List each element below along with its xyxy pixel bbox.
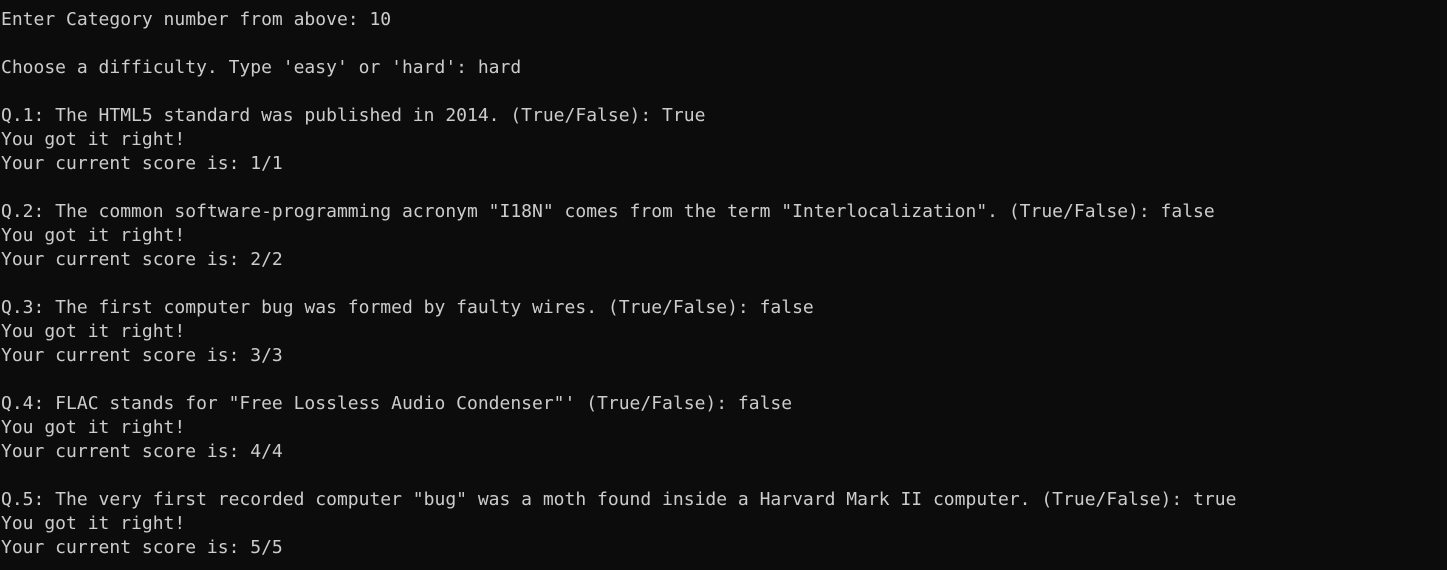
score-line: Your current score is: 3/3 bbox=[1, 345, 283, 366]
category-prompt-line: Enter Category number from above: 10 bbox=[1, 9, 392, 30]
score-line: Your current score is: 4/4 bbox=[1, 441, 283, 462]
feedback-line: You got it right! bbox=[1, 417, 186, 438]
score-line: Your current score is: 2/2 bbox=[1, 249, 283, 270]
score-line: Your current score is: 1/1 bbox=[1, 153, 283, 174]
question-line: Q.3: The first computer bug was formed b… bbox=[1, 297, 814, 318]
score-line: Your current score is: 5/5 bbox=[1, 537, 283, 558]
difficulty-prompt-line: Choose a difficulty. Type 'easy' or 'har… bbox=[1, 57, 522, 78]
feedback-line: You got it right! bbox=[1, 513, 186, 534]
feedback-line: You got it right! bbox=[1, 321, 186, 342]
feedback-line: You got it right! bbox=[1, 129, 186, 150]
question-line: Q.2: The common software-programming acr… bbox=[1, 201, 1215, 222]
feedback-line: You got it right! bbox=[1, 225, 186, 246]
question-line: Q.4: FLAC stands for "Free Lossless Audi… bbox=[1, 393, 793, 414]
question-line: Q.1: The HTML5 standard was published in… bbox=[1, 105, 706, 126]
question-line: Q.5: The very first recorded computer "b… bbox=[1, 489, 1237, 510]
console-output: Enter Category number from above: 10 Cho… bbox=[0, 0, 1447, 570]
